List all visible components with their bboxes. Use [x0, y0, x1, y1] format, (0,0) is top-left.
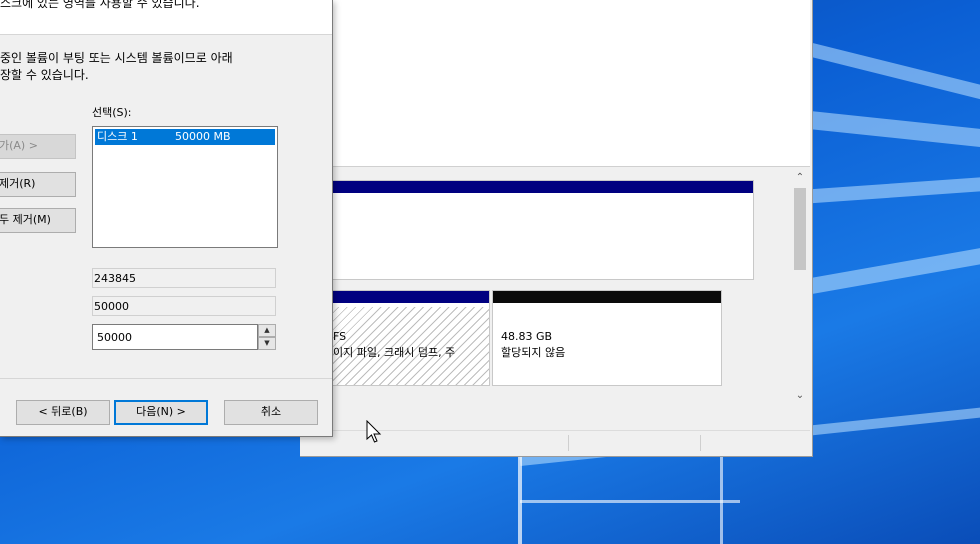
cancel-button[interactable]: 취소: [224, 400, 318, 425]
windows-logo-pane: [520, 500, 740, 503]
info-line: 중인 볼륨이 부팅 또는 시스템 볼륨이므로 아래: [0, 51, 233, 65]
primary-partition-bar: [331, 291, 489, 303]
max-available-space: 50000: [92, 296, 276, 316]
disk-0-volume[interactable]: [330, 180, 754, 280]
scrollbar-thumb[interactable]: [794, 188, 806, 270]
partition-fs-label: FS: [333, 330, 347, 343]
desktop-light-beam: [799, 110, 980, 156]
desktop-light-beam: [798, 40, 980, 117]
footer-separator: [0, 378, 332, 379]
space-amount-spinner[interactable]: ▲ ▼: [258, 324, 276, 350]
status-bar-separator: [568, 435, 569, 451]
unallocated-size: 48.83 GB: [501, 330, 553, 343]
unallocated-status: 할당되지 않음: [501, 346, 566, 359]
unallocated-bar: [493, 291, 721, 303]
selected-disks-list[interactable]: 디스크 1 50000 MB: [92, 126, 278, 248]
partition-status-label: 이지 파일, 크래시 덤프, 주: [333, 346, 456, 359]
unallocated-space[interactable]: 48.83 GB 할당되지 않음: [492, 290, 722, 386]
scroll-up-arrow-icon[interactable]: ⌃: [790, 172, 810, 183]
disk-map-scrollbar[interactable]: ⌃ ⌄: [790, 170, 810, 410]
disk-1-partition[interactable]: FS 이지 파일, 크래시 덤프, 주: [330, 290, 490, 386]
back-button[interactable]: < 뒤로(B): [16, 400, 110, 425]
wizard-header: 스크에 있는 영역를 사용할 수 있습니다.: [0, 0, 332, 35]
disk-map-pane: FS 이지 파일, 크래시 덤프, 주 48.83 GB 할당되지 않음: [300, 170, 790, 396]
wizard-description: 스크에 있는 영역를 사용할 수 있습니다.: [0, 0, 200, 10]
add-button[interactable]: 가(A) >: [0, 134, 76, 159]
disk-size: 50000 MB: [175, 130, 231, 143]
spin-down-arrow-icon[interactable]: ▼: [258, 337, 276, 350]
total-volume-size: 243845: [92, 268, 276, 288]
disk-management-window: FS 이지 파일, 크래시 덤프, 주 48.83 GB 할당되지 않음 ⌃ ⌄: [300, 0, 813, 457]
wizard-info-text: 중인 볼륨이 부팅 또는 시스템 볼륨이므로 아래 장할 수 있습니다.: [0, 50, 300, 84]
mouse-cursor-icon: [366, 420, 382, 443]
volume-list-pane: [300, 0, 810, 167]
disk-name: 디스크 1: [97, 130, 138, 143]
spin-up-arrow-icon[interactable]: ▲: [258, 324, 276, 337]
remove-all-button[interactable]: 두 제거(M): [0, 208, 76, 233]
primary-partition-bar: [331, 181, 753, 193]
info-line: 장할 수 있습니다.: [0, 68, 89, 82]
status-bar-separator: [700, 435, 701, 451]
selected-label: 선택(S):: [92, 106, 132, 119]
scroll-down-arrow-icon[interactable]: ⌄: [790, 390, 810, 401]
desktop-light-beam: [799, 171, 980, 204]
space-amount-input[interactable]: 50000: [92, 324, 258, 350]
list-item[interactable]: 디스크 1 50000 MB: [95, 129, 275, 145]
desktop-light-beam: [798, 234, 980, 296]
next-button[interactable]: 다음(N) >: [114, 400, 208, 425]
extend-volume-wizard: 스크에 있는 영역를 사용할 수 있습니다. 중인 볼륨이 부팅 또는 시스템 …: [0, 0, 333, 437]
remove-button[interactable]: 제거(R): [0, 172, 76, 197]
